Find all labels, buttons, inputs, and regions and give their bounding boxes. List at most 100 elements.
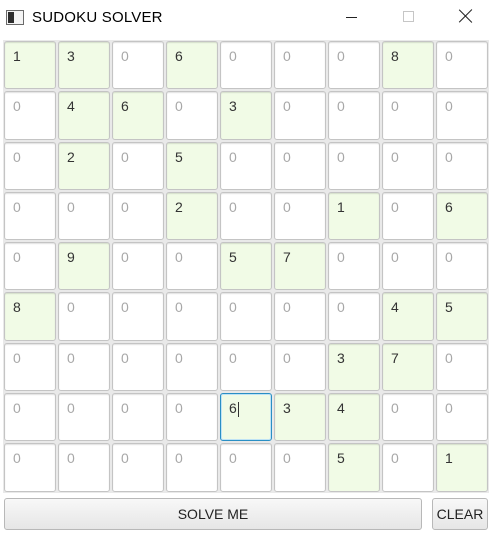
cell-value: 0 [391,148,399,165]
sudoku-cell[interactable]: 0 [436,342,488,392]
cell-value: 0 [13,349,21,366]
sudoku-cell[interactable]: 0 [4,91,56,140]
sudoku-cell[interactable]: 6 [436,191,488,241]
sudoku-cell[interactable]: 0 [4,191,56,241]
sudoku-cell[interactable]: 0 [112,141,164,190]
sudoku-cell[interactable]: 0 [328,292,380,341]
sudoku-cell[interactable]: 0 [220,141,272,190]
sudoku-cell[interactable]: 0 [4,393,56,442]
cell-value: 5 [337,450,345,467]
sudoku-cell[interactable]: 0 [112,191,164,241]
sudoku-cell[interactable]: 0 [382,91,434,140]
sudoku-cell[interactable]: 0 [112,342,164,392]
sudoku-cell[interactable]: 0 [274,91,326,140]
sudoku-cell[interactable]: 6 [220,393,272,442]
cell-value: 0 [13,198,21,215]
sudoku-cell[interactable]: 8 [382,41,434,90]
sudoku-cell[interactable]: 0 [58,342,110,392]
minimize-button[interactable] [329,0,375,34]
sudoku-cell[interactable]: 0 [220,41,272,90]
clear-button[interactable]: CLEAR [432,498,488,530]
sudoku-cell[interactable]: 0 [382,191,434,241]
sudoku-cell[interactable]: 5 [166,141,218,190]
sudoku-cell[interactable]: 1 [436,443,488,492]
sudoku-cell[interactable]: 0 [220,342,272,392]
sudoku-cell[interactable]: 4 [328,393,380,442]
sudoku-cell[interactable]: 0 [166,393,218,442]
cell-value: 0 [229,48,237,64]
cell-value: 0 [121,299,129,316]
sudoku-cell[interactable]: 3 [220,91,272,140]
sudoku-cell[interactable]: 0 [166,342,218,392]
sudoku-cell[interactable]: 0 [4,342,56,392]
title-bar[interactable]: SUDOKU SOLVER [0,0,492,36]
sudoku-cell[interactable]: 3 [58,41,110,90]
sudoku-cell[interactable]: 1 [4,41,56,90]
sudoku-cell[interactable]: 7 [382,342,434,392]
sudoku-cell[interactable]: 0 [274,141,326,190]
solve-button[interactable]: SOLVE ME [4,498,422,530]
close-button[interactable] [443,0,489,34]
app-icon [6,10,24,25]
sudoku-cell[interactable]: 0 [382,393,434,442]
sudoku-cell[interactable]: 0 [436,41,488,90]
sudoku-cell[interactable]: 6 [112,91,164,140]
sudoku-cell[interactable]: 5 [436,292,488,341]
sudoku-cell[interactable]: 4 [382,292,434,341]
cell-value: 0 [283,299,291,316]
sudoku-cell[interactable]: 0 [166,443,218,492]
sudoku-cell[interactable]: 8 [4,292,56,341]
sudoku-cell[interactable]: 0 [382,443,434,492]
sudoku-cell[interactable]: 0 [220,443,272,492]
sudoku-cell[interactable]: 0 [382,242,434,291]
sudoku-cell[interactable]: 7 [274,242,326,291]
sudoku-cell[interactable]: 0 [220,191,272,241]
sudoku-cell[interactable]: 0 [58,191,110,241]
sudoku-cell[interactable]: 0 [166,242,218,291]
sudoku-cell[interactable]: 0 [4,443,56,492]
cell-value: 0 [445,349,453,366]
sudoku-cell[interactable]: 0 [382,141,434,190]
sudoku-cell[interactable]: 0 [220,292,272,341]
sudoku-cell[interactable]: 0 [58,443,110,492]
sudoku-cell[interactable]: 2 [166,191,218,241]
sudoku-cell[interactable]: 0 [112,242,164,291]
sudoku-cell[interactable]: 5 [328,443,380,492]
sudoku-cell[interactable]: 0 [328,41,380,90]
sudoku-cell[interactable]: 0 [436,91,488,140]
sudoku-cell[interactable]: 0 [274,292,326,341]
sudoku-cell[interactable]: 0 [274,41,326,90]
sudoku-cell[interactable]: 0 [166,91,218,140]
sudoku-cell[interactable]: 0 [274,443,326,492]
sudoku-cell[interactable]: 1 [328,191,380,241]
sudoku-cell[interactable]: 0 [436,393,488,442]
sudoku-window: SUDOKU SOLVER 1 3 0 6 0 0 0 8 0 0 4 6 0 3 0 0 0 0 0 2 0 5 0 0 0 0… [0,0,492,535]
sudoku-cell[interactable]: 0 [112,393,164,442]
sudoku-cell[interactable]: 6 [166,41,218,90]
sudoku-cell[interactable]: 9 [58,242,110,291]
cell-value: 0 [175,400,183,417]
sudoku-cell[interactable]: 0 [58,393,110,442]
sudoku-cell[interactable]: 0 [4,141,56,190]
sudoku-cell[interactable]: 0 [328,141,380,190]
cell-value: 0 [391,249,399,266]
sudoku-cell[interactable]: 0 [436,242,488,291]
sudoku-cell[interactable]: 0 [112,292,164,341]
sudoku-cell[interactable]: 4 [58,91,110,140]
sudoku-cell[interactable]: 0 [112,41,164,90]
sudoku-cell[interactable]: 0 [58,292,110,341]
sudoku-cell[interactable]: 5 [220,242,272,291]
cell-value: 1 [13,48,21,64]
sudoku-cell[interactable]: 0 [274,191,326,241]
sudoku-cell[interactable]: 0 [112,443,164,492]
sudoku-cell[interactable]: 3 [328,342,380,392]
sudoku-cell[interactable]: 2 [58,141,110,190]
sudoku-cell[interactable]: 0 [328,91,380,140]
sudoku-cell[interactable]: 3 [274,393,326,442]
sudoku-cell[interactable]: 0 [4,242,56,291]
maximize-button[interactable] [386,0,432,34]
sudoku-cell[interactable]: 0 [328,242,380,291]
sudoku-cell[interactable]: 0 [436,141,488,190]
sudoku-cell[interactable]: 0 [166,292,218,341]
sudoku-cell[interactable]: 0 [274,342,326,392]
